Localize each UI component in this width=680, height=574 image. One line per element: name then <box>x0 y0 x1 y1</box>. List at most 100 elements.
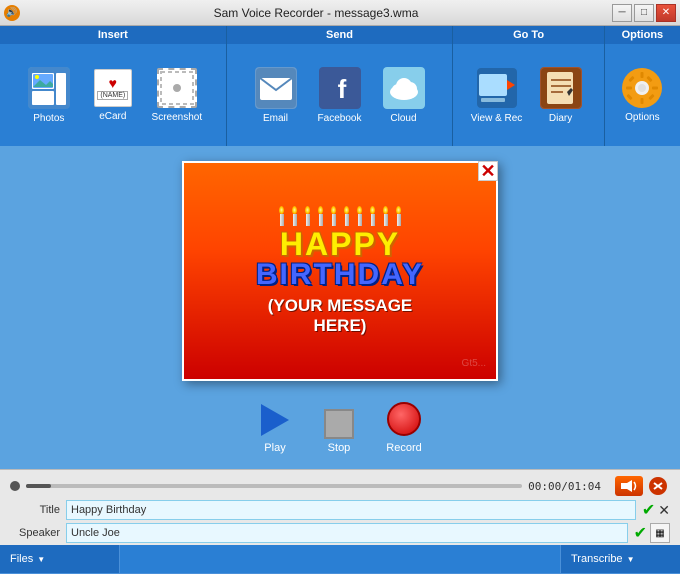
viewrec-svg <box>477 68 517 108</box>
transcribe-status-button[interactable]: Transcribe ▼ <box>560 545 680 573</box>
progress-track[interactable] <box>26 484 522 488</box>
toolbar-section-options: Options <box>605 26 680 146</box>
app-icon: 🔊 <box>4 5 20 21</box>
candles-top-row <box>279 206 401 226</box>
speaker-field-actions: ✔ ▦ <box>634 523 670 543</box>
facebook-button[interactable]: f Facebook <box>310 59 370 131</box>
card-close-button[interactable]: ✕ <box>478 161 498 181</box>
candle-10 <box>396 206 401 226</box>
screenshot-svg <box>159 70 195 106</box>
email-svg <box>256 68 296 108</box>
transcribe-chevron-icon: ▼ <box>627 555 635 564</box>
cloud-svg <box>384 68 424 108</box>
speaker-field-row: Speaker ✔ ▦ <box>10 523 670 543</box>
toolbar-section-insert: Insert Photos ♥ <box>0 26 227 146</box>
goto-buttons: View & Rec Diary <box>461 44 597 146</box>
diary-label: Diary <box>549 113 572 124</box>
candle-6 <box>344 206 349 226</box>
cloud-button[interactable]: Cloud <box>374 59 434 131</box>
title-field-row: Title ✔ ✕ <box>10 500 670 520</box>
speaker-field-label: Speaker <box>10 527 60 539</box>
speaker-button[interactable] <box>615 476 643 496</box>
record-button[interactable]: Record <box>384 399 424 454</box>
audio-controls-right <box>615 476 670 496</box>
window-title: Sam Voice Recorder - message3.wma <box>20 6 612 20</box>
speaker-confirm-button[interactable]: ✔ <box>634 523 647 543</box>
main-content: ✕ HAPPY BIRTHDAY (YOUR MESSAGEHERE) Gt5.… <box>0 146 680 469</box>
bottom-panel: 00:00/01:04 Title ✔ ✕ <box>0 469 680 545</box>
candle-9 <box>383 206 388 226</box>
title-confirm-button[interactable]: ✔ <box>642 500 655 520</box>
birthday-text: BIRTHDAY <box>256 260 424 290</box>
photos-button[interactable]: Photos <box>19 59 79 131</box>
candle-7 <box>357 206 362 226</box>
stop-button[interactable]: Stop <box>324 409 354 454</box>
speaker-type-icon: ▦ <box>655 528 664 539</box>
title-input[interactable] <box>66 500 636 520</box>
photos-icon <box>28 67 70 109</box>
transcribe-label: Transcribe <box>571 553 623 565</box>
ecard-button[interactable]: ♥ (NAME) eCard <box>83 59 143 131</box>
record-icon <box>387 402 421 436</box>
birthday-card-container: ✕ HAPPY BIRTHDAY (YOUR MESSAGEHERE) Gt5.… <box>182 161 498 381</box>
diary-svg <box>541 68 581 108</box>
email-button[interactable]: Email <box>246 59 306 131</box>
candle-1 <box>279 206 284 226</box>
svg-text:f: f <box>337 74 346 104</box>
options-icon <box>622 68 662 108</box>
diary-button[interactable]: Diary <box>531 59 591 131</box>
progress-bar-row: 00:00/01:04 <box>0 470 680 498</box>
minimize-button[interactable]: ─ <box>612 4 632 22</box>
email-label: Email <box>263 113 288 124</box>
heart-icon: ♥ <box>109 75 117 91</box>
photos-label: Photos <box>33 113 64 124</box>
play-button[interactable]: Play <box>256 401 294 454</box>
candle-4 <box>318 206 323 226</box>
screenshot-button[interactable]: Screenshot <box>147 59 207 131</box>
candle-5 <box>331 206 336 226</box>
birthday-card: HAPPY BIRTHDAY (YOUR MESSAGEHERE) Gt5... <box>184 163 496 379</box>
send-buttons: Email f Facebook <box>240 44 440 146</box>
message-text: (YOUR MESSAGEHERE) <box>268 296 413 337</box>
time-display: 00:00/01:04 <box>528 480 601 493</box>
ecard-name-tag: (NAME) <box>97 91 128 100</box>
cloud-icon <box>383 67 425 109</box>
viewrec-button[interactable]: View & Rec <box>467 59 527 131</box>
email-icon <box>255 67 297 109</box>
diary-icon <box>540 67 582 109</box>
window-controls: ─ □ ✕ <box>612 4 676 22</box>
title-cancel-button[interactable]: ✕ <box>658 502 670 519</box>
close-button[interactable]: ✕ <box>656 4 676 22</box>
progress-handle[interactable] <box>10 481 20 491</box>
speaker-type-button[interactable]: ▦ <box>650 523 670 543</box>
playback-controls: Play Stop Record <box>256 399 424 454</box>
title-field-actions: ✔ ✕ <box>642 500 670 520</box>
happy-text: HAPPY <box>280 228 400 260</box>
viewrec-label: View & Rec <box>471 113 523 124</box>
status-bar: Files ▼ Transcribe ▼ <box>0 545 680 573</box>
viewrec-icon <box>476 67 518 109</box>
options-section-label: Options <box>605 26 680 44</box>
delete-svg <box>647 476 669 496</box>
insert-section-label: Insert <box>0 26 226 44</box>
fields-section: Title ✔ ✕ Speaker ✔ ▦ <box>0 498 680 545</box>
files-status-button[interactable]: Files ▼ <box>0 545 120 573</box>
facebook-svg: f <box>320 68 360 108</box>
send-section-label: Send <box>227 26 453 44</box>
speaker-input[interactable] <box>66 523 628 543</box>
title-field-label: Title <box>10 504 60 516</box>
maximize-button[interactable]: □ <box>634 4 654 22</box>
stop-icon <box>324 409 354 439</box>
goto-section-label: Go To <box>453 26 603 44</box>
facebook-label: Facebook <box>318 113 362 124</box>
toolbar-section-goto: Go To View & Rec <box>453 26 604 146</box>
files-chevron-icon: ▼ <box>37 555 45 564</box>
record-icon-wrapper <box>384 399 424 439</box>
toolbar-section-send: Send Email f F <box>227 26 454 146</box>
play-triangle-icon <box>261 404 289 436</box>
options-button[interactable]: Options <box>612 59 672 131</box>
play-label: Play <box>264 442 285 454</box>
speaker-svg <box>620 479 638 493</box>
delete-recording-button[interactable] <box>646 476 670 496</box>
ecard-label: eCard <box>99 111 126 122</box>
